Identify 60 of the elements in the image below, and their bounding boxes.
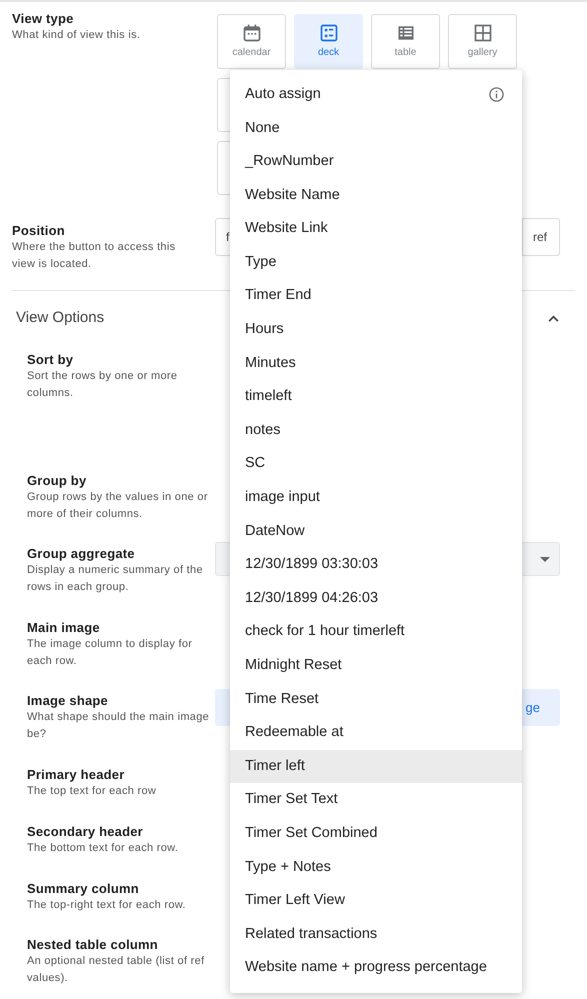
menu-item[interactable]: Related transactions	[230, 918, 522, 952]
field-label: Position	[12, 222, 66, 239]
field-description: What kind of view this is.	[12, 28, 142, 43]
field-label: Image shape	[27, 692, 109, 709]
list-icon	[318, 23, 338, 43]
menu-item[interactable]: 12/30/1899 04:26:03	[230, 582, 522, 616]
menu-item[interactable]: image input	[230, 481, 522, 515]
menu-item[interactable]: Minutes	[230, 346, 522, 380]
view-type-option[interactable]: gallery	[448, 14, 517, 69]
menu-item[interactable]: timeleft	[230, 380, 522, 414]
menu-item[interactable]: notes	[230, 414, 522, 448]
field-label: Sort by	[27, 351, 74, 368]
menu-item[interactable]: DateNow	[230, 514, 522, 548]
menu-item[interactable]: Website name + progress percentage	[230, 951, 522, 986]
field-label: Group by	[27, 472, 88, 489]
caret-icon	[540, 557, 550, 562]
chevron-up-icon[interactable]	[548, 314, 559, 322]
field-label: Group aggregate	[27, 545, 136, 562]
menu-item[interactable]: check for 1 hour timerleft	[230, 616, 522, 650]
field-label: Nested table column	[27, 936, 159, 953]
menu-item[interactable]: Timer Set Combined	[230, 817, 522, 851]
menu-item[interactable]: 12/30/1899 03:30:03	[230, 548, 522, 582]
menu-item[interactable]: Midnight Reset	[230, 649, 522, 683]
menu-item[interactable]: Redeemable at	[230, 716, 522, 750]
menu-item[interactable]: _RowNumber	[230, 145, 522, 179]
menu-item[interactable]: Timer End	[230, 280, 522, 314]
field-description: Where the button to access this view is located.	[12, 240, 176, 272]
menu-item[interactable]: Website Link	[230, 212, 522, 246]
field-label: Primary header	[27, 766, 126, 783]
info-icon[interactable]	[489, 87, 504, 102]
view-type-option[interactable]: calendar	[217, 14, 286, 69]
menu-item[interactable]: Auto assign	[230, 78, 522, 112]
field-description: Group rows by the values in one or more of their columns.	[27, 490, 209, 522]
field-description: What shape should the main image be?	[27, 710, 210, 742]
field-label: Main image	[27, 619, 101, 636]
field-description: The image column to display for each row.	[27, 637, 194, 669]
field-description: The top text for each row	[27, 784, 158, 799]
menu-item[interactable]: Hours	[230, 313, 522, 347]
field-description: An optional nested table (list of ref values).	[27, 954, 206, 986]
menu-item[interactable]: None	[230, 112, 522, 146]
section-title: View Options	[16, 308, 104, 328]
menu-item[interactable]: Timer Left View	[230, 884, 522, 918]
field-description: Display a numeric summary of the rows in each group.	[27, 563, 204, 595]
menu-item[interactable]: Website Name	[230, 178, 522, 212]
grid-icon	[472, 23, 492, 43]
menu-item[interactable]: SC	[230, 448, 522, 482]
menu-item[interactable]: Type	[230, 246, 522, 280]
field-label: Secondary header	[27, 823, 144, 840]
field-description: The top-right text for each row.	[27, 898, 187, 913]
calendar-icon	[242, 23, 262, 43]
view-type-option[interactable]: deck	[294, 14, 363, 69]
menu-item[interactable]: Time Reset	[230, 682, 522, 716]
field-description: The bottom text for each row.	[27, 841, 180, 856]
field-label: Summary column	[27, 880, 140, 897]
menu-item[interactable]: Type + Notes	[230, 850, 522, 884]
menu-item[interactable]: Timer left	[230, 750, 522, 784]
menu-item[interactable]: Timer Set Text	[230, 783, 522, 818]
field-description: Sort the rows by one or more columns.	[27, 369, 178, 401]
field-label: View type	[12, 10, 75, 27]
view-type-option[interactable]: table	[371, 14, 440, 69]
